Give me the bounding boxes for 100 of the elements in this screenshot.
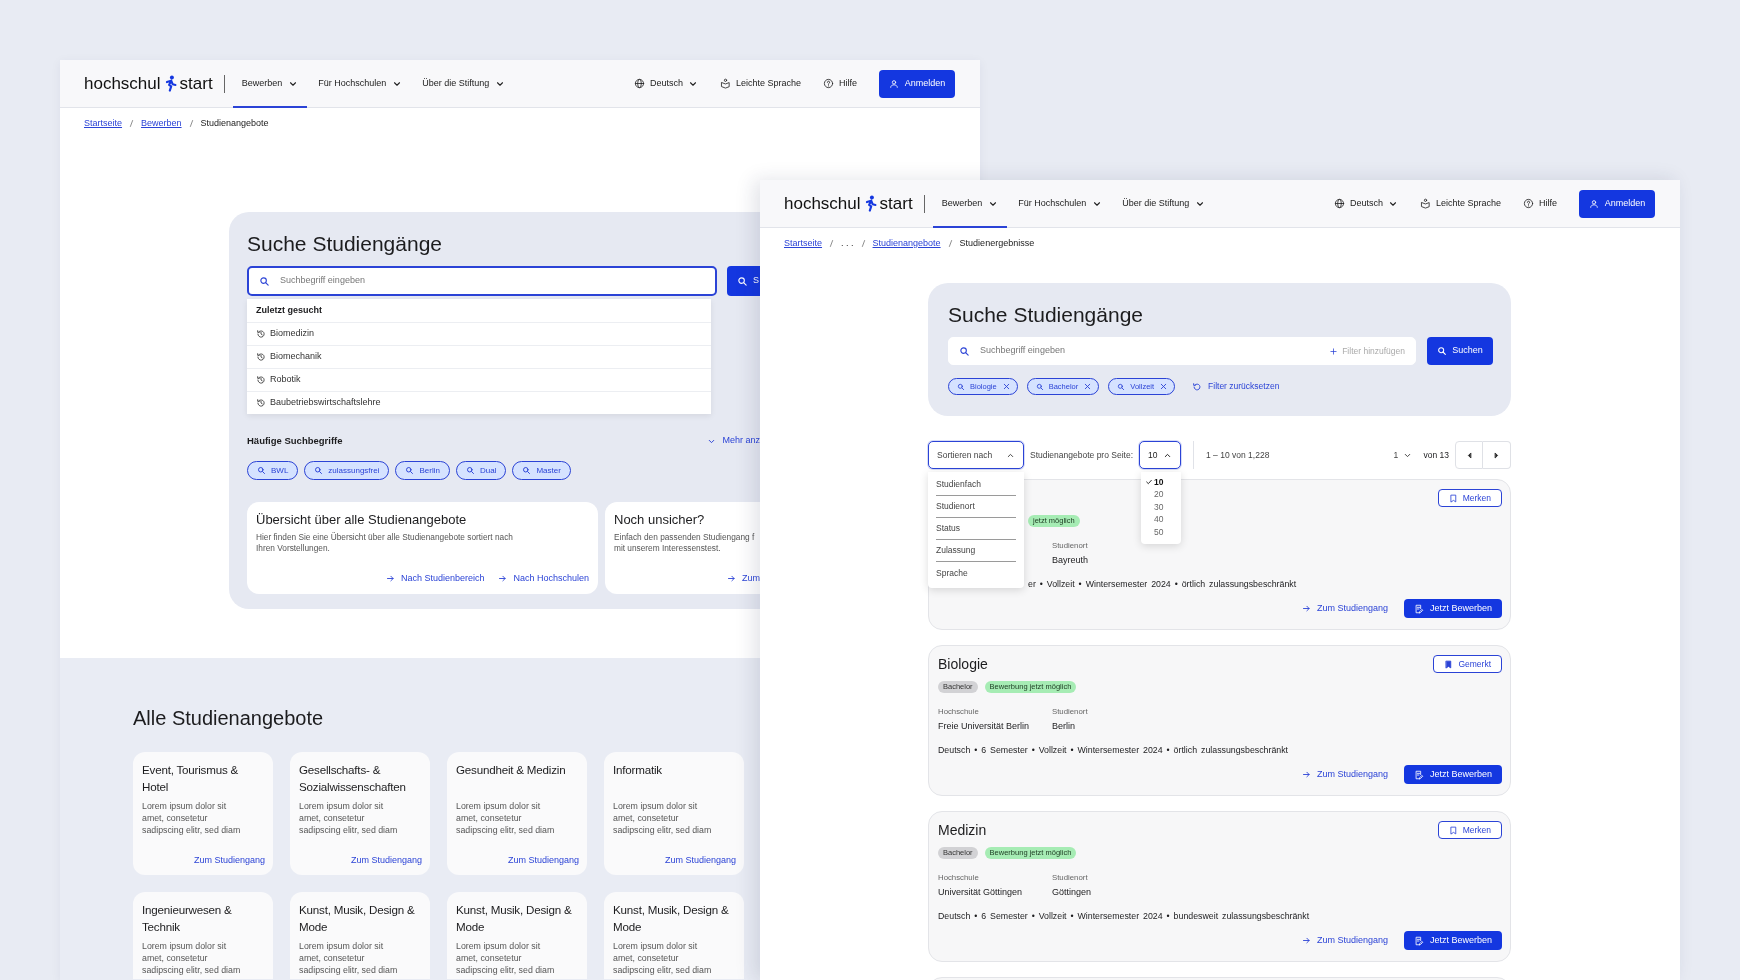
sort-option[interactable]: Sprache xyxy=(936,562,1016,584)
help-link[interactable]: Hilfe xyxy=(823,76,857,91)
search-icon xyxy=(1117,382,1126,391)
page-size-option[interactable]: 40 xyxy=(1141,513,1181,526)
course-title: Biologie xyxy=(938,655,988,673)
search-bar[interactable]: Suchbegriff eingeben xyxy=(247,266,717,296)
arrow-right-icon xyxy=(1301,936,1311,945)
breadcrumb-link[interactable]: Studienangebote xyxy=(872,238,941,248)
recent-search-item[interactable]: Biomechanik xyxy=(247,345,711,368)
field-value: Göttingen xyxy=(1052,887,1093,898)
course-link[interactable]: Zum Studiengang xyxy=(1301,933,1388,948)
card-title: Ingenieurwesen & Technik xyxy=(142,902,233,935)
card-text: Lorem ipsum dolor sit amet, consetetur sadipscing elitr, sed diam xyxy=(613,940,713,976)
course-details: Deutsch • 6 Semester • Vollzeit • Wintersemester 2024 • bundesweit zulassungsbeschränkt xyxy=(938,911,1311,922)
nav-menu-item[interactable]: Über die Stiftung xyxy=(413,60,515,108)
page-size-option[interactable]: 20 xyxy=(1141,488,1181,501)
course-title: Medizin xyxy=(938,821,987,839)
recent-search-item[interactable]: Robotik xyxy=(247,368,711,391)
next-page-button[interactable] xyxy=(1483,441,1511,469)
apply-button[interactable]: Jetzt Bewerben xyxy=(1403,931,1502,950)
bookmark-button[interactable]: Gemerkt xyxy=(1433,655,1502,673)
search-term-chip[interactable]: BWL xyxy=(247,461,299,480)
recent-search-item[interactable]: Baubetriebswirtschaftslehre xyxy=(247,391,711,414)
result-count: 1 – 10 von 1,228 xyxy=(1206,448,1270,462)
search-icon xyxy=(405,466,415,475)
card-title: Gesellschafts- & Sozialwissenschaften xyxy=(299,762,407,795)
card-text: Lorem ipsum dolor sit amet, consetetur sadipscing elitr, sed diam xyxy=(142,800,242,836)
course-link[interactable]: Zum Studiengang xyxy=(350,853,422,867)
easy-language-link[interactable]: Leichte Sprache xyxy=(1419,196,1501,211)
search-term-chip[interactable]: zulassungsfrei xyxy=(304,461,390,480)
search-icon xyxy=(257,466,266,475)
bookmark-button[interactable]: Merken xyxy=(1437,489,1502,507)
search-input[interactable]: Suchbegriff eingeben xyxy=(978,343,1322,359)
course-link[interactable]: Zum Studiengang xyxy=(193,853,265,867)
field-value: Universität Göttingen xyxy=(938,887,1024,898)
breadcrumb-link[interactable]: Bewerben xyxy=(141,118,182,128)
recent-search-item[interactable]: Biomedizin xyxy=(247,322,711,345)
card-title: Kunst, Musik, Design & Mode xyxy=(456,902,573,935)
arrow-link[interactable]: Zum xyxy=(727,571,760,585)
language-menu[interactable]: Deutsch xyxy=(633,76,698,91)
history-icon xyxy=(256,375,266,385)
home-logo[interactable]: hochschul start xyxy=(784,190,913,217)
arrow-right-icon xyxy=(385,573,395,583)
course-link[interactable]: Zum Studiengang xyxy=(664,853,736,867)
search-button[interactable]: S xyxy=(727,266,760,296)
nav-menu-item[interactable]: Für Hochschulen xyxy=(1009,180,1112,228)
form-icon xyxy=(1413,769,1424,780)
field-label: Studienangebote pro Seite: xyxy=(1030,448,1134,462)
card-title: Noch unsicher? xyxy=(614,512,706,528)
card-text: Lorem ipsum dolor sit amet, consetetur sadipscing elitr, sed diam xyxy=(299,940,399,976)
bookmark-icon xyxy=(1448,493,1458,503)
arrow-link[interactable]: Nach Hochschulen xyxy=(498,571,589,585)
card-title: Gesundheit & Medizin xyxy=(456,762,567,778)
home-logo[interactable]: hochschul start xyxy=(84,70,213,97)
search-button[interactable]: Suchen xyxy=(1427,337,1493,365)
search-icon xyxy=(1035,382,1044,391)
language-menu[interactable]: Deutsch xyxy=(1333,196,1398,211)
nav-menu-item[interactable]: Für Hochschulen xyxy=(309,60,412,108)
card-title: Event, Tourismus & Hotel xyxy=(142,762,240,795)
page-size-option[interactable]: 50 xyxy=(1141,526,1181,539)
page-size-option[interactable]: 30 xyxy=(1141,501,1181,514)
reader-icon xyxy=(719,78,731,89)
reset-icon xyxy=(1192,381,1203,392)
show-more-link[interactable]: Mehr anz xyxy=(707,434,760,448)
bookmark-button[interactable]: Merken xyxy=(1437,821,1502,839)
search-icon xyxy=(522,466,532,475)
search-term-chip[interactable]: Master xyxy=(512,461,571,480)
nav-menu-item[interactable]: Über die Stiftung xyxy=(1113,180,1215,228)
sort-option[interactable]: Status xyxy=(936,518,1016,540)
search-term-chip[interactable]: Berlin xyxy=(395,461,450,480)
globe-icon xyxy=(633,78,645,89)
reset-filters-link[interactable]: Filter zurücksetzen xyxy=(1192,380,1280,393)
nav-menu-item[interactable]: Bewerben xyxy=(932,180,1008,228)
apply-button[interactable]: Jetzt Bewerben xyxy=(1403,765,1502,784)
easy-language-link[interactable]: Leichte Sprache xyxy=(719,76,801,91)
page-size-select[interactable]: 10 xyxy=(1139,441,1182,469)
history-icon xyxy=(256,398,266,408)
course-link[interactable]: Zum Studiengang xyxy=(1301,601,1388,616)
sort-option[interactable]: Studienfach xyxy=(936,474,1016,496)
course-link[interactable]: Zum Studiengang xyxy=(507,853,579,867)
sort-select[interactable]: Sortieren nach xyxy=(928,441,1024,469)
page-total: von 13 xyxy=(1423,448,1449,462)
page-size-option[interactable]: 10 xyxy=(1141,476,1181,489)
sort-option[interactable]: Studienort xyxy=(936,496,1016,518)
help-link[interactable]: Hilfe xyxy=(1523,196,1557,211)
search-input[interactable]: Suchbegriff eingeben xyxy=(278,273,705,289)
sort-option[interactable]: Zulassung xyxy=(936,540,1016,562)
search-term-chip[interactable]: Dual xyxy=(455,461,507,480)
breadcrumb-link[interactable]: Startseite xyxy=(784,238,823,248)
arrow-link[interactable]: Nach Studienbereich xyxy=(385,571,485,585)
apply-button[interactable]: Jetzt Bewerben xyxy=(1403,599,1502,618)
course-link[interactable]: Zum Studiengang xyxy=(1301,767,1388,782)
nav-menu-item[interactable]: Bewerben xyxy=(232,60,308,108)
dropdown-heading: Zuletzt gesucht xyxy=(255,303,323,317)
previous-page-button[interactable] xyxy=(1455,441,1483,469)
breadcrumb-link[interactable]: Startseite xyxy=(84,118,123,128)
field-value: Freie Universität Berlin xyxy=(938,721,1031,732)
login-button[interactable]: Anmelden xyxy=(1579,189,1655,218)
breadcrumb-text: Studienangebote xyxy=(200,118,269,128)
login-button[interactable]: Anmelden xyxy=(879,69,955,98)
